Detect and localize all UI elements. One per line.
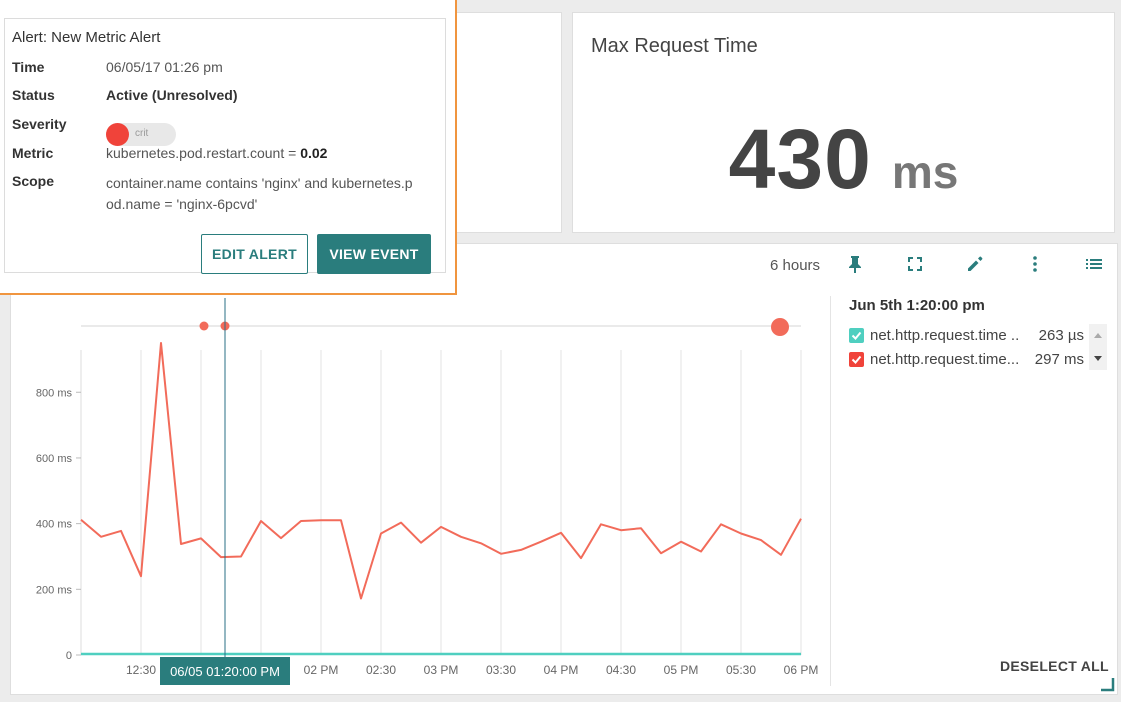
y-tick-label: 600 ms bbox=[36, 453, 73, 465]
x-tick-label: 05:30 bbox=[726, 663, 756, 677]
y-tick-label: 800 ms bbox=[36, 387, 73, 399]
x-tick-label: 02 PM bbox=[304, 663, 339, 677]
x-tick-label: 04 PM bbox=[544, 663, 579, 677]
legend-item-teal[interactable]: net.http.request.time ... 263 µs bbox=[849, 325, 1084, 345]
legend-timestamp: Jun 5th 1:20:00 pm bbox=[849, 297, 985, 314]
event-marker-selected bbox=[771, 318, 789, 336]
time-label: Time bbox=[12, 59, 45, 75]
time-value: 06/05/17 01:26 pm bbox=[106, 59, 223, 75]
legend-item-red[interactable]: net.http.request.time.... 297 ms bbox=[849, 349, 1084, 369]
legend-series-name: net.http.request.time.... bbox=[870, 350, 1020, 368]
x-tick-label: 02:30 bbox=[366, 663, 396, 677]
x-tick-label: 03 PM bbox=[424, 663, 459, 677]
legend-divider bbox=[830, 296, 831, 686]
metric-value: 0.02 bbox=[300, 145, 328, 161]
x-tick-label: 04:30 bbox=[606, 663, 636, 677]
checkbox-checked-icon[interactable] bbox=[849, 327, 864, 343]
metric-label: Metric bbox=[12, 145, 54, 161]
edit-alert-button[interactable]: EDIT ALERT bbox=[201, 234, 308, 274]
resize-handle-icon[interactable] bbox=[1099, 676, 1115, 692]
status-label: Status bbox=[12, 87, 55, 103]
x-tick-label: 05 PM bbox=[664, 663, 699, 677]
y-tick-label: 200 ms bbox=[36, 584, 73, 596]
status-value: Active (Unresolved) bbox=[106, 87, 238, 103]
y-tick-label: 0 bbox=[66, 650, 72, 662]
scope-line-1: container.name contains 'nginx' and kube… bbox=[106, 175, 413, 191]
x-tick-label: 06 PM bbox=[784, 663, 819, 677]
legend-series-value: 297 ms bbox=[1034, 350, 1084, 368]
severity-label: Severity bbox=[12, 116, 67, 132]
scope-line-2: od.name = 'nginx-6pcvd' bbox=[106, 196, 258, 212]
legend-series-value: 263 µs bbox=[1038, 326, 1084, 344]
scope-label: Scope bbox=[12, 173, 55, 189]
view-event-button[interactable]: VIEW EVENT bbox=[317, 234, 431, 274]
scroll-arrows-icon[interactable] bbox=[1089, 324, 1107, 370]
legend-scrollbar[interactable] bbox=[1089, 324, 1107, 370]
metric-name: kubernetes.pod.restart.count = bbox=[106, 145, 301, 161]
alert-title: Alert: New Metric Alert bbox=[12, 29, 161, 46]
severity-dot-icon bbox=[106, 123, 129, 146]
severity-badge: crit bbox=[106, 123, 176, 146]
y-tick-label: 400 ms bbox=[36, 519, 73, 531]
x-tick-label: 03:30 bbox=[486, 663, 516, 677]
deselect-all-button[interactable]: DESELECT ALL bbox=[1000, 658, 1109, 674]
x-tick-label: 12:30 bbox=[126, 663, 156, 677]
event-marker bbox=[199, 321, 209, 331]
metric-value-block: kubernetes.pod.restart.count = 0.02 bbox=[106, 145, 327, 161]
alert-popup: ... Alert: New Metric Alert Time 06/05/1… bbox=[0, 0, 457, 295]
scope-value: container.name contains 'nginx' and kube… bbox=[106, 173, 413, 215]
checkbox-checked-icon[interactable] bbox=[849, 351, 864, 367]
severity-text: crit bbox=[135, 128, 149, 139]
legend-series-name: net.http.request.time ... bbox=[870, 326, 1020, 344]
cursor-label: 06/05 01:20:00 PM bbox=[170, 664, 280, 679]
